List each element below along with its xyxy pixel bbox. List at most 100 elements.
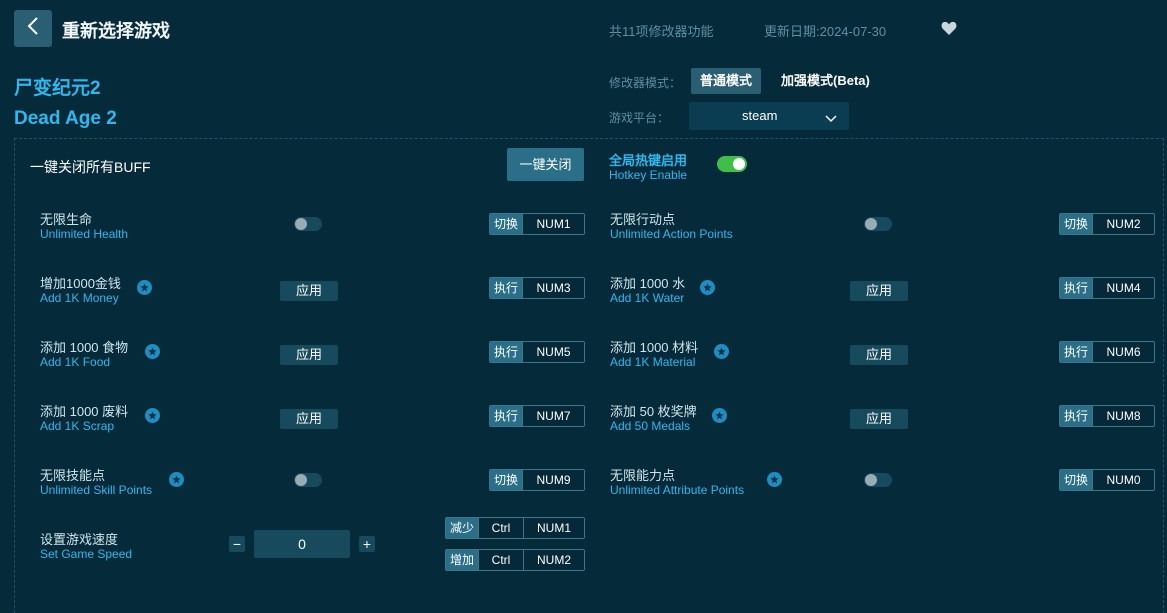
hotkey-key: NUM6 bbox=[1092, 342, 1154, 362]
hotkey-key: NUM3 bbox=[522, 278, 584, 298]
speed-decrease-button[interactable]: − bbox=[229, 536, 245, 552]
feature-label-cn: 添加 1000 废料 bbox=[40, 404, 129, 419]
hotkey-action: 执行 bbox=[490, 342, 523, 362]
feature-toggle[interactable] bbox=[864, 473, 892, 487]
feature-hotkey[interactable]: 执行 NUM5 bbox=[489, 341, 585, 363]
enhanced-mode-button[interactable]: 加强模式(Beta) bbox=[772, 68, 879, 94]
hotkey-action: 切换 bbox=[1060, 214, 1093, 234]
feature-hotkey[interactable]: 切换 NUM0 bbox=[1059, 469, 1155, 491]
hotkey-enable-toggle[interactable] bbox=[717, 156, 747, 172]
game-name-en: Dead Age 2 bbox=[14, 108, 117, 129]
speed-label-en: Set Game Speed bbox=[40, 547, 133, 561]
back-button[interactable] bbox=[14, 10, 52, 47]
chevron-down-icon bbox=[825, 111, 837, 126]
close-all-buff-label: 一键关闭所有BUFF bbox=[30, 159, 151, 175]
star-icon bbox=[712, 408, 727, 423]
hotkey-action: 减少 bbox=[446, 518, 479, 538]
star-icon bbox=[767, 472, 782, 487]
hotkey-key: NUM0 bbox=[1092, 470, 1154, 490]
apply-button[interactable]: 应用 bbox=[850, 281, 908, 301]
feature-label-cn: 添加 1000 食物 bbox=[40, 340, 129, 355]
feature-label-cn: 无限能力点 bbox=[610, 468, 676, 483]
feature-label-en: Add 1K Money bbox=[40, 291, 119, 305]
feature-hotkey[interactable]: 切换 NUM9 bbox=[489, 469, 585, 491]
update-date: 更新日期:2024-07-30 bbox=[764, 24, 887, 39]
feature-label-cn: 添加 50 枚奖牌 bbox=[610, 404, 697, 419]
hotkey-enable-label: 全局热键启用 bbox=[609, 153, 688, 168]
feature-toggle[interactable] bbox=[294, 217, 322, 231]
hotkey-key: NUM1 bbox=[522, 214, 584, 234]
hotkey-action: 切换 bbox=[490, 214, 523, 234]
hotkey-action: 执行 bbox=[1060, 342, 1093, 362]
star-icon bbox=[145, 344, 160, 359]
apply-button[interactable]: 应用 bbox=[850, 345, 908, 365]
feature-label-en: Add 1K Food bbox=[40, 355, 111, 369]
apply-button[interactable]: 应用 bbox=[280, 345, 338, 365]
feature-label-cn: 添加 1000 材料 bbox=[610, 340, 699, 355]
hotkey-key: NUM2 bbox=[1092, 214, 1154, 234]
feature-hotkey[interactable]: 执行 NUM3 bbox=[489, 277, 585, 299]
feature-label-en: Add 50 Medals bbox=[610, 419, 691, 433]
feature-label-cn: 添加 1000 水 bbox=[610, 276, 686, 291]
feature-label-en: Unlimited Action Points bbox=[610, 227, 733, 241]
speed-label-cn: 设置游戏速度 bbox=[40, 532, 119, 547]
heart-icon[interactable] bbox=[941, 21, 957, 41]
mode-label: 修改器模式： bbox=[609, 76, 682, 90]
apply-button[interactable]: 应用 bbox=[850, 409, 908, 429]
star-icon bbox=[145, 408, 160, 423]
feature-hotkey[interactable]: 执行 NUM8 bbox=[1059, 405, 1155, 427]
feature-label-en: Unlimited Health bbox=[40, 227, 129, 241]
feature-label-cn: 无限行动点 bbox=[610, 212, 676, 227]
hotkey-key: NUM2 bbox=[523, 550, 584, 570]
hotkey-key: NUM5 bbox=[522, 342, 584, 362]
hotkey-enable-label-en: Hotkey Enable bbox=[609, 168, 688, 182]
hotkey-action: 切换 bbox=[490, 470, 523, 490]
star-icon bbox=[169, 472, 184, 487]
close-all-button[interactable]: 一键关闭 bbox=[507, 148, 584, 181]
feature-hotkey[interactable]: 执行 NUM6 bbox=[1059, 341, 1155, 363]
feature-hotkey[interactable]: 执行 NUM7 bbox=[489, 405, 585, 427]
hotkey-key: NUM4 bbox=[1092, 278, 1154, 298]
feature-label-en: Unlimited Attribute Points bbox=[610, 483, 745, 497]
hotkey-action: 切换 bbox=[1060, 470, 1093, 490]
hotkey-action: 执行 bbox=[490, 278, 523, 298]
normal-mode-button[interactable]: 普通模式 bbox=[691, 68, 762, 94]
hotkey-action: 执行 bbox=[490, 406, 523, 426]
feature-label-en: Add 1K Water bbox=[610, 291, 685, 305]
feature-label-cn: 增加1000金钱 bbox=[40, 276, 121, 291]
speed-input[interactable]: 0 bbox=[254, 530, 350, 558]
hotkey-key: NUM8 bbox=[1092, 406, 1154, 426]
feature-toggle[interactable] bbox=[864, 217, 892, 231]
hotkey-action: 执行 bbox=[1060, 406, 1093, 426]
feature-hotkey[interactable]: 切换 NUM1 bbox=[489, 213, 585, 235]
hotkey-action: 增加 bbox=[446, 550, 479, 570]
feature-label-en: Unlimited Skill Points bbox=[40, 483, 153, 497]
hotkey-modifier: Ctrl bbox=[478, 518, 524, 538]
star-icon bbox=[137, 280, 152, 295]
hotkey-modifier: Ctrl bbox=[478, 550, 524, 570]
speed-increase-hotkey[interactable]: 增加 Ctrl NUM2 bbox=[445, 549, 585, 571]
star-icon bbox=[714, 344, 729, 359]
feature-hotkey[interactable]: 执行 NUM4 bbox=[1059, 277, 1155, 299]
game-name-cn: 尸变纪元2 bbox=[14, 78, 101, 99]
feature-toggle[interactable] bbox=[294, 473, 322, 487]
hotkey-action: 执行 bbox=[1060, 278, 1093, 298]
star-icon bbox=[700, 280, 715, 295]
hotkey-key: NUM9 bbox=[522, 470, 584, 490]
feature-label-cn: 无限技能点 bbox=[40, 468, 106, 483]
speed-increase-button[interactable]: + bbox=[359, 536, 375, 552]
page-title: 重新选择游戏 bbox=[62, 21, 170, 41]
feature-label-en: Add 1K Scrap bbox=[40, 419, 115, 433]
apply-button[interactable]: 应用 bbox=[280, 281, 338, 301]
feature-label-cn: 无限生命 bbox=[40, 212, 93, 227]
platform-select[interactable]: steam bbox=[689, 102, 849, 130]
feature-hotkey[interactable]: 切换 NUM2 bbox=[1059, 213, 1155, 235]
feature-label-en: Add 1K Material bbox=[610, 355, 696, 369]
apply-button[interactable]: 应用 bbox=[280, 409, 338, 429]
platform-label: 游戏平台： bbox=[609, 111, 670, 125]
speed-decrease-hotkey[interactable]: 减少 Ctrl NUM1 bbox=[445, 517, 585, 539]
platform-value: steam bbox=[742, 108, 778, 123]
hotkey-key: NUM1 bbox=[523, 518, 584, 538]
hotkey-key: NUM7 bbox=[522, 406, 584, 426]
features-panel bbox=[14, 138, 1164, 613]
